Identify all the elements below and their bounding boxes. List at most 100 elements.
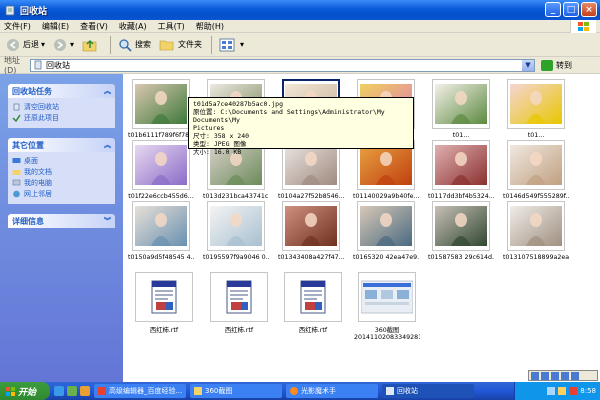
menu-help[interactable]: 帮助(H) xyxy=(196,21,224,32)
recycle-bin-icon xyxy=(34,60,42,70)
task-item-label: 还原此项目 xyxy=(24,113,59,122)
collapse-icon[interactable]: ︽ xyxy=(104,140,111,150)
file-item[interactable]: t01b6111f789f6f78... xyxy=(128,79,194,149)
maximize-button[interactable]: □ xyxy=(563,2,579,17)
browser-icon[interactable] xyxy=(54,386,64,396)
file-item[interactable]: t0117dd3bf4b5324... xyxy=(428,140,494,210)
expand-icon[interactable]: ︾ xyxy=(104,216,111,226)
network-icon[interactable] xyxy=(547,387,556,395)
empty-recycle-bin-link[interactable]: 清空回收站 xyxy=(12,101,111,112)
file-item[interactable]: 西红柿.rtf xyxy=(132,272,196,342)
file-name: 360截图 xyxy=(374,327,400,334)
file-item[interactable]: t0146d549f555289f... xyxy=(503,140,569,210)
ime-icon[interactable] xyxy=(561,371,569,380)
file-thumbnail[interactable] xyxy=(432,79,490,129)
up-button[interactable] xyxy=(79,35,104,55)
photo-preview-icon xyxy=(135,145,187,185)
file-thumbnail[interactable] xyxy=(282,201,340,251)
menu-edit[interactable]: 编辑(E) xyxy=(42,21,69,32)
go-button[interactable]: 转到 xyxy=(541,59,572,71)
address-label: 地址(D) xyxy=(4,56,20,75)
ime-toolbar[interactable] xyxy=(528,370,598,381)
taskbar-item-recycle-bin[interactable]: 回收站 xyxy=(382,384,474,398)
menu-tools[interactable]: 工具(T) xyxy=(158,21,185,32)
file-item[interactable]: t013107518899a2ea... xyxy=(503,201,569,271)
file-thumbnail[interactable] xyxy=(358,272,416,322)
file-item[interactable]: t01... xyxy=(429,79,493,149)
taskbar-item-photo-tool[interactable]: 光影魔术手 xyxy=(286,384,378,398)
media-icon[interactable] xyxy=(80,386,90,396)
file-thumbnail[interactable] xyxy=(357,201,415,251)
taskbar: 开始 高级编辑器_百度经验... 360截图 光影魔术手 回收站 8:58 xyxy=(0,382,600,400)
place-label: 我的文档 xyxy=(24,167,52,176)
toolbar: 后退 ▾ ▾ 搜索 文件夹 ▾ xyxy=(0,33,600,57)
place-network[interactable]: 网上邻居 xyxy=(12,188,111,199)
photo-preview-icon xyxy=(135,206,187,246)
ime-icon[interactable] xyxy=(541,371,549,380)
desktop-icon xyxy=(12,157,21,163)
file-thumbnail[interactable] xyxy=(132,140,190,190)
place-my-computer[interactable]: 我的电脑 xyxy=(12,177,111,188)
file-item[interactable]: t0195597f9a9046 0... xyxy=(203,201,269,271)
folders-button[interactable]: 文件夹 xyxy=(156,35,205,55)
recycle-bin-icon xyxy=(386,387,394,395)
browser-icon xyxy=(98,387,106,395)
tooltip-location-cont: Pictures xyxy=(193,124,225,132)
file-thumbnail[interactable] xyxy=(284,272,342,322)
file-item[interactable]: t01343408a427f47... xyxy=(278,201,344,271)
file-thumbnail[interactable] xyxy=(507,79,565,129)
close-button[interactable]: × xyxy=(581,2,597,17)
photo-preview-icon xyxy=(510,145,562,185)
restore-item-link[interactable]: 还原此项目 xyxy=(12,112,111,123)
security-icon[interactable] xyxy=(569,387,578,395)
file-thumbnail[interactable] xyxy=(132,79,190,129)
file-thumbnail[interactable] xyxy=(132,201,190,251)
tooltip-dimensions: 尺寸: 358 x 240 xyxy=(193,132,250,140)
file-item[interactable]: 西红柿.rtf xyxy=(281,272,345,342)
file-name: t0104a27f52b8546... xyxy=(278,193,344,200)
views-button[interactable]: ▾ xyxy=(216,35,247,55)
ime-icon[interactable] xyxy=(571,371,579,380)
address-dropdown-button[interactable]: ▼ xyxy=(522,59,534,71)
toolbar-separator xyxy=(211,35,213,54)
chevron-down-icon: ▼ xyxy=(525,61,531,69)
menu-favorites[interactable]: 收藏(A) xyxy=(119,21,147,32)
minimize-button[interactable]: _ xyxy=(545,2,561,17)
file-item[interactable]: t0150a9d5f48545 4... xyxy=(128,201,194,271)
file-thumbnail[interactable] xyxy=(507,201,565,251)
address-input[interactable]: 回收站 ▼ xyxy=(30,58,535,72)
ime-icon[interactable] xyxy=(531,371,539,380)
file-thumbnail[interactable] xyxy=(207,201,265,251)
place-desktop[interactable]: 桌面 xyxy=(12,155,111,166)
forward-button[interactable]: ▾ xyxy=(50,35,77,55)
menu-view[interactable]: 查看(V) xyxy=(80,21,108,32)
desktop-icon[interactable] xyxy=(67,386,77,396)
file-item[interactable]: t01587583 29c614d... xyxy=(428,201,494,271)
place-my-documents[interactable]: 我的文档 xyxy=(12,166,111,177)
file-thumbnail[interactable] xyxy=(432,201,490,251)
start-button[interactable]: 开始 xyxy=(0,382,50,400)
file-thumbnail[interactable] xyxy=(135,272,193,322)
menu-file[interactable]: 文件(F) xyxy=(4,21,31,32)
task-label: 高级编辑器_百度经验... xyxy=(109,387,183,395)
tasks-panel-header[interactable]: 回收站任务 ︽ xyxy=(8,84,115,98)
collapse-icon[interactable]: ︽ xyxy=(104,86,111,96)
taskbar-item-editor[interactable]: 高级编辑器_百度经验... xyxy=(94,384,186,398)
file-thumbnail[interactable] xyxy=(507,140,565,190)
details-panel-header[interactable]: 详细信息 ︾ xyxy=(8,214,115,228)
file-item[interactable]: t01f22e6ccb455d6... xyxy=(128,140,194,210)
toolbar-separator xyxy=(110,35,112,54)
back-button[interactable]: 后退 ▾ xyxy=(3,35,48,55)
places-panel-header[interactable]: 其它位置 ︽ xyxy=(8,138,115,152)
search-button[interactable]: 搜索 xyxy=(115,35,154,55)
taskbar-item-360[interactable]: 360截图 xyxy=(190,384,282,398)
volume-icon[interactable] xyxy=(558,387,567,395)
chevron-down-icon: ▾ xyxy=(70,40,75,49)
file-item[interactable]: 360截图20141102083349281... xyxy=(354,272,420,342)
file-item[interactable]: t01... xyxy=(504,79,568,149)
ime-icon[interactable] xyxy=(551,371,559,380)
file-thumbnail[interactable] xyxy=(432,140,490,190)
file-item[interactable]: t0165320 42ea47e9... xyxy=(353,201,419,271)
file-item[interactable]: 西红柿.rtf xyxy=(207,272,271,342)
file-thumbnail[interactable] xyxy=(210,272,268,322)
